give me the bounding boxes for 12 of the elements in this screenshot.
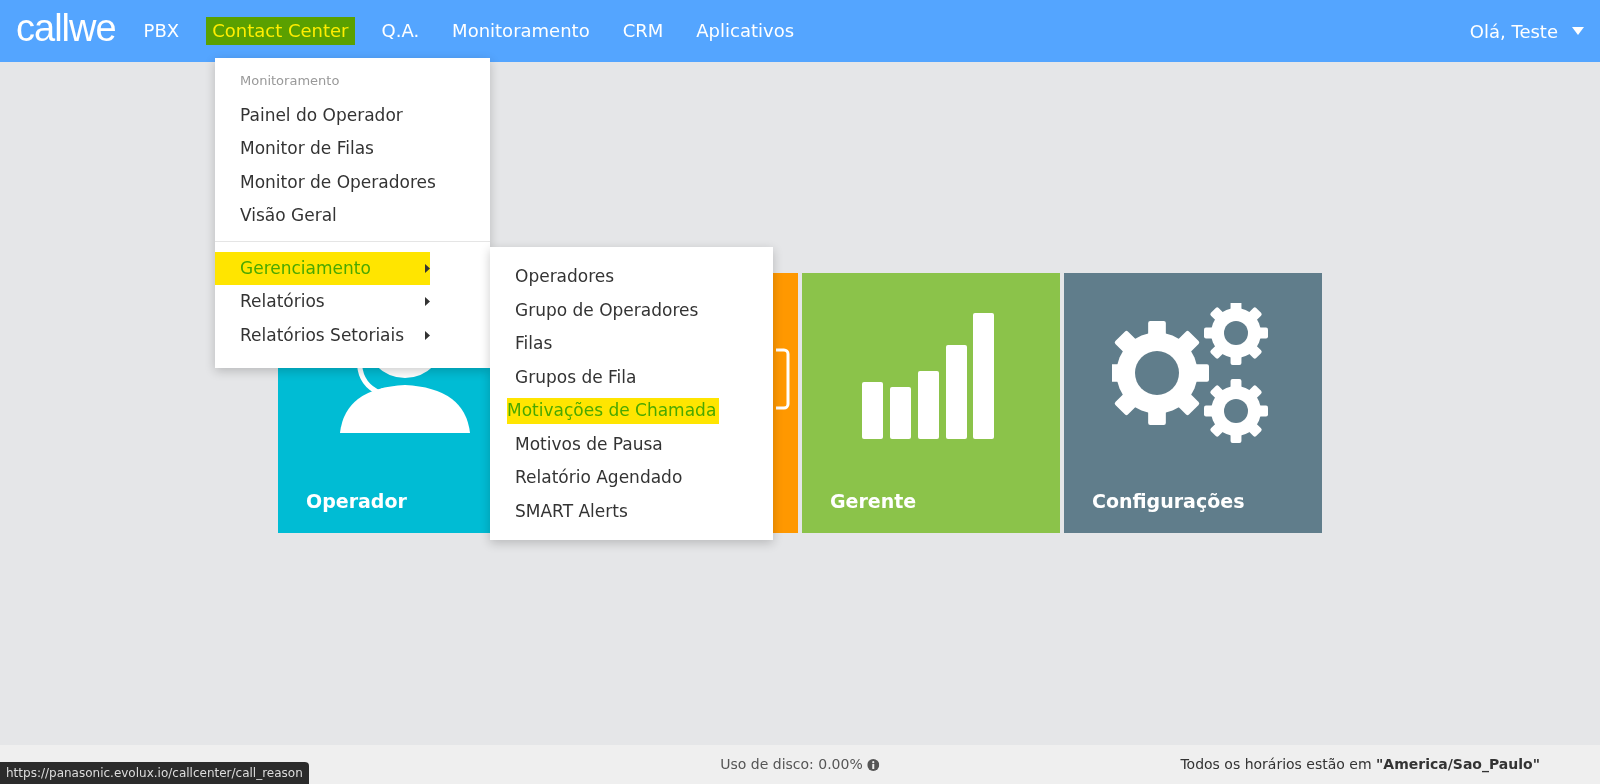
menu-item[interactable]: Visão Geral (215, 199, 490, 233)
tile[interactable]: Configurações (1064, 273, 1322, 533)
menu-item[interactable]: Painel do Operador (215, 98, 490, 132)
menu-header: Monitoramento (239, 72, 341, 90)
timezone-text: Todos os horários estão em "America/Sao_Paulo" (1180, 755, 1540, 775)
tile-label: Configurações (1092, 488, 1245, 514)
disk-usage: Uso de disco: 0.00% (720, 755, 863, 774)
tile-label: Operador (306, 488, 407, 514)
menu-item[interactable]: Monitor de Filas (215, 132, 490, 166)
status-url: https://panasonic.evolux.io/callcenter/call_reason (0, 762, 309, 784)
menu-item[interactable]: Monitor de Operadores (215, 165, 490, 199)
tile-label: Gerente (830, 488, 917, 514)
